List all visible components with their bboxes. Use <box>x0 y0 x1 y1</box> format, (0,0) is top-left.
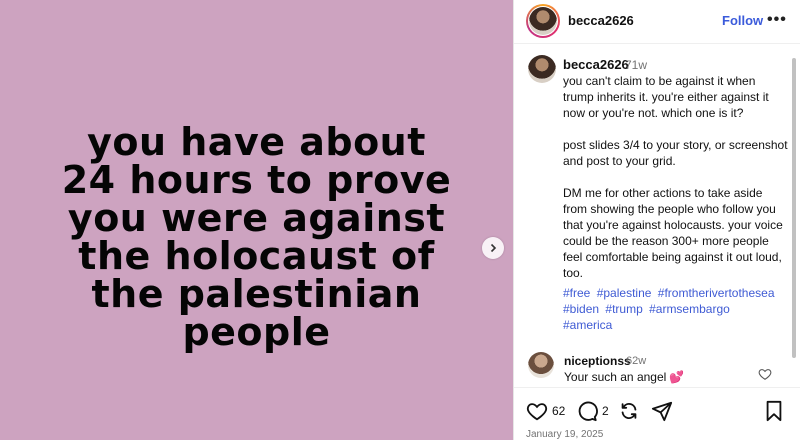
header-username[interactable]: becca2626 <box>568 13 634 28</box>
heart-icon <box>526 403 548 421</box>
chevron-right-icon <box>490 243 497 253</box>
caption-timestamp: 71w <box>625 58 648 72</box>
post-image[interactable]: you have about 24 hours to prove you wer… <box>0 0 513 440</box>
post-header: becca2626 Follow ••• <box>514 0 800 44</box>
comments-scroll-area[interactable]: becca2626 71w you can't claim to be agai… <box>514 45 800 385</box>
hashtag-link[interactable]: #trump <box>605 302 642 316</box>
comment-bubble-icon <box>578 401 598 422</box>
post-date: January 19, 2025 <box>526 429 604 440</box>
like-count: 62 <box>552 404 566 418</box>
post-detail-panel: becca2626 Follow ••• becca2626 71w you c… <box>513 0 800 440</box>
scrollbar[interactable] <box>790 50 798 385</box>
next-slide-button[interactable] <box>482 237 504 259</box>
avatar <box>529 7 557 35</box>
hashtag-link[interactable]: #armsembargo <box>649 302 730 316</box>
hashtag-list: #free #palestine #fromtherivertothesea #… <box>563 285 788 333</box>
more-dots-icon[interactable]: ••• <box>767 11 787 29</box>
comment-username[interactable]: niceptionss <box>564 354 631 368</box>
bookmark-icon <box>766 400 782 422</box>
comment-button[interactable]: 2 <box>576 400 609 422</box>
comment-timestamp: 62w <box>626 355 647 367</box>
repost-button[interactable] <box>618 400 640 422</box>
story-ring-avatar[interactable] <box>526 4 560 38</box>
hashtag-link[interactable]: #america <box>563 318 612 332</box>
hashtag-link[interactable]: #palestine <box>597 286 652 300</box>
hashtag-link[interactable]: #fromtherivertothesea <box>658 286 775 300</box>
comment-count: 2 <box>602 404 609 418</box>
post-actions-bar: 62 2 January 19, 2025 <box>514 387 800 440</box>
comment-text: Your such an angel 💕 <box>564 370 684 384</box>
like-button[interactable]: 62 <box>526 400 565 422</box>
caption-avatar[interactable] <box>528 55 556 83</box>
scrollbar-thumb[interactable] <box>792 58 796 358</box>
caption-username[interactable]: becca2626 <box>563 57 629 72</box>
repost-icon <box>621 403 637 419</box>
share-button[interactable] <box>651 400 673 422</box>
save-button[interactable] <box>764 400 784 422</box>
follow-button[interactable]: Follow <box>722 13 763 28</box>
paper-plane-icon <box>651 401 673 422</box>
comment-avatar[interactable] <box>528 352 554 378</box>
hashtag-link[interactable]: #free <box>563 286 590 300</box>
comment-like-heart-icon[interactable] <box>758 367 772 381</box>
post-headline: you have about 24 hours to prove you wer… <box>61 120 452 354</box>
caption-text: you can't claim to be against it when tr… <box>563 74 788 280</box>
hashtag-link[interactable]: #biden <box>563 302 599 316</box>
comment-body: Your such an angel <box>564 370 667 384</box>
hearts-emoji: 💕 <box>669 370 685 384</box>
